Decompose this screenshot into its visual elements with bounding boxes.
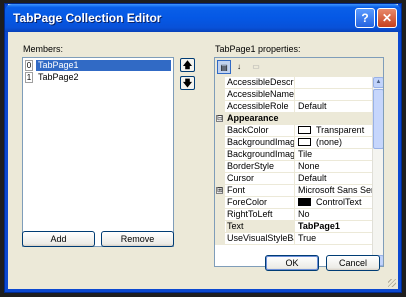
category-name: Appearance xyxy=(226,113,372,124)
property-name: AccessibleRole xyxy=(226,101,295,112)
row-gutter xyxy=(215,161,225,173)
property-name: AccessibleDescrip xyxy=(227,77,295,88)
property-row[interactable]: AccessibleName xyxy=(215,89,372,101)
property-value[interactable]: True xyxy=(296,233,372,244)
row-gutter xyxy=(215,221,225,233)
title-bar[interactable]: TabPage Collection Editor ? ✕ xyxy=(5,4,401,32)
property-value[interactable] xyxy=(296,77,372,88)
property-row[interactable]: Text TabPage1 xyxy=(215,221,372,233)
value-text: Transparent xyxy=(316,125,365,135)
property-name: BorderStyle xyxy=(226,161,295,172)
add-button[interactable]: Add xyxy=(22,231,95,247)
properties-label: TabPage1 properties: xyxy=(215,44,301,54)
property-row[interactable]: ⊞ Font Microsoft Sans Serif; xyxy=(215,185,372,197)
property-value[interactable]: Transparent xyxy=(296,125,372,136)
move-down-button[interactable]: 🡇 xyxy=(180,76,195,90)
property-value[interactable]: TabPage1 xyxy=(296,221,372,232)
property-row[interactable]: BackgroundImage Tile xyxy=(215,149,372,161)
row-gutter xyxy=(215,77,225,89)
property-value[interactable]: Default xyxy=(296,101,372,112)
members-list[interactable]: 0 TabPage1 1 TabPage2 xyxy=(22,57,174,247)
value-text: ControlText xyxy=(316,197,362,207)
property-name: BackColor xyxy=(226,125,295,136)
property-name: Cursor xyxy=(226,173,295,184)
property-value[interactable]: Default xyxy=(296,173,372,184)
row-gutter: ⊞ xyxy=(215,185,225,197)
members-label: Members: xyxy=(23,44,64,54)
property-pages-icon[interactable]: ▭ xyxy=(249,60,263,74)
ok-button[interactable]: OK xyxy=(265,255,319,271)
property-name: Font xyxy=(226,185,295,196)
collection-editor-dialog: TabPage Collection Editor ? ✕ Members: 0… xyxy=(5,4,401,292)
item-name: TabPage1 xyxy=(36,60,171,71)
row-gutter xyxy=(215,197,225,209)
scroll-thumb[interactable] xyxy=(373,89,383,149)
item-index: 0 xyxy=(25,60,33,71)
close-button[interactable]: ✕ xyxy=(377,8,397,28)
property-name: AccessibleName xyxy=(227,89,295,100)
help-button[interactable]: ? xyxy=(355,8,375,28)
color-swatch xyxy=(298,126,311,134)
row-gutter xyxy=(215,125,225,137)
item-index: 1 xyxy=(25,72,33,83)
property-toolbar: ▤ ↓ ▭ xyxy=(215,58,383,76)
list-item[interactable]: 1 TabPage2 xyxy=(25,72,171,83)
image-swatch xyxy=(298,138,311,146)
property-row[interactable]: Cursor Default xyxy=(215,173,372,185)
list-item[interactable]: 0 TabPage1 xyxy=(25,60,171,71)
remove-button[interactable]: Remove xyxy=(101,231,174,247)
property-row[interactable]: BorderStyle None xyxy=(215,161,372,173)
vertical-scrollbar[interactable]: ▲ ▼ xyxy=(372,77,383,266)
property-value[interactable]: Microsoft Sans Serif; xyxy=(296,185,372,196)
dialog-body: Members: 0 TabPage1 1 TabPage2 🡅 🡇 Add R… xyxy=(8,32,398,289)
row-gutter xyxy=(215,137,225,149)
row-gutter xyxy=(215,233,225,245)
property-row[interactable]: ForeColor ControlText xyxy=(215,197,372,209)
row-gutter xyxy=(215,149,225,161)
property-row[interactable]: UseVisualStyleBac True xyxy=(215,233,372,245)
resize-grip-icon[interactable] xyxy=(388,279,396,287)
help-icon: ? xyxy=(361,11,369,25)
row-gutter: ⊟ xyxy=(215,113,225,125)
value-text: (none) xyxy=(316,137,343,147)
property-name: BackgroundImage xyxy=(227,137,295,148)
property-value[interactable]: No xyxy=(296,209,372,220)
arrow-down-icon: 🡇 xyxy=(182,78,193,88)
collapse-icon[interactable]: ⊟ xyxy=(216,115,223,122)
property-name: ForeColor xyxy=(226,197,295,208)
property-rows: AccessibleDescrip AccessibleName Accessi… xyxy=(215,77,372,266)
cancel-button[interactable]: Cancel xyxy=(326,255,380,271)
property-value[interactable] xyxy=(296,89,372,100)
row-gutter xyxy=(215,89,225,101)
row-gutter xyxy=(215,209,225,221)
property-name: UseVisualStyleBac xyxy=(227,233,295,244)
property-row[interactable]: BackgroundImage (none) xyxy=(215,137,372,149)
window-title: TabPage Collection Editor xyxy=(13,11,162,25)
property-value[interactable]: (none) xyxy=(296,137,372,148)
property-value[interactable]: None xyxy=(296,161,372,172)
property-row[interactable]: AccessibleRole Default xyxy=(215,101,372,113)
category-row-appearance[interactable]: ⊟ Appearance xyxy=(215,113,372,125)
property-value[interactable]: ControlText xyxy=(296,197,372,208)
row-gutter xyxy=(215,173,225,185)
property-row[interactable]: AccessibleDescrip xyxy=(215,77,372,89)
expand-icon[interactable]: ⊞ xyxy=(216,187,223,194)
item-name: TabPage2 xyxy=(38,72,79,82)
property-grid: ▤ ↓ ▭ AccessibleDescrip AccessibleName A… xyxy=(214,57,384,267)
property-value[interactable]: Tile xyxy=(296,149,372,160)
property-name: Text xyxy=(226,221,295,232)
alphabetical-icon[interactable]: ↓ xyxy=(232,60,246,74)
close-icon: ✕ xyxy=(381,11,393,25)
property-name: RightToLeft xyxy=(226,209,295,220)
arrow-up-icon: 🡅 xyxy=(182,60,193,70)
scroll-up-icon[interactable]: ▲ xyxy=(373,77,383,88)
property-row[interactable]: RightToLeft No xyxy=(215,209,372,221)
property-name: BackgroundImage xyxy=(227,149,295,160)
categorized-icon[interactable]: ▤ xyxy=(217,60,231,74)
property-row[interactable]: BackColor Transparent xyxy=(215,125,372,137)
color-swatch xyxy=(298,198,311,206)
move-up-button[interactable]: 🡅 xyxy=(180,58,195,72)
row-gutter xyxy=(215,101,225,113)
